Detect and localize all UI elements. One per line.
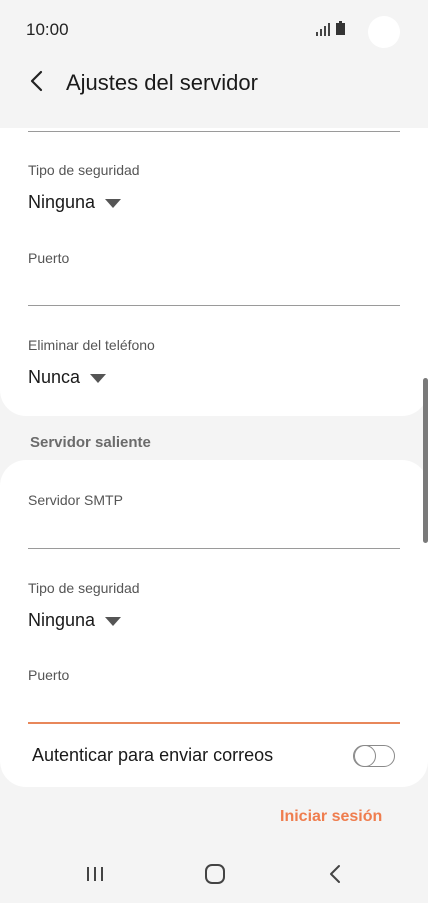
outgoing-port-label: Puerto: [28, 667, 70, 683]
signal-icon: [316, 23, 330, 36]
delete-from-phone-dropdown[interactable]: Nunca: [28, 367, 400, 388]
recent-apps-icon[interactable]: [75, 858, 115, 888]
incoming-security-label: Tipo de seguridad: [28, 162, 140, 178]
outgoing-security-field: Tipo de seguridad Ninguna: [28, 580, 400, 631]
authenticate-toggle[interactable]: [353, 744, 395, 767]
smtp-server-underline: [28, 548, 400, 549]
app-bar: Ajustes del servidor: [0, 58, 428, 120]
smtp-server-field: Servidor SMTP: [28, 492, 400, 508]
incoming-port-input[interactable]: [28, 270, 400, 306]
home-icon[interactable]: [195, 858, 235, 888]
dropdown-arrow-icon: [90, 374, 107, 383]
smtp-server-input[interactable]: [28, 512, 400, 548]
outgoing-security-label: Tipo de seguridad: [28, 580, 140, 596]
authenticate-row[interactable]: Autenticar para enviar correos: [32, 740, 398, 772]
toggle-knob: [354, 744, 376, 767]
previous-field-underline: [28, 131, 400, 132]
battery-icon: [336, 21, 345, 35]
outgoing-port-underline-focused: [28, 722, 400, 724]
delete-from-phone-field: Eliminar del teléfono Nunca: [28, 337, 400, 388]
smtp-server-label: Servidor SMTP: [28, 492, 123, 508]
incoming-server-card: Tipo de seguridad Ninguna Puerto Elimina…: [0, 128, 428, 416]
outgoing-port-input[interactable]: [28, 687, 400, 723]
incoming-port-field: Puerto: [28, 250, 400, 266]
outgoing-security-dropdown[interactable]: Ninguna: [28, 610, 400, 631]
status-time: 10:00: [26, 20, 69, 39]
authenticate-label: Autenticar para enviar correos: [32, 745, 274, 765]
outgoing-server-card: Servidor SMTP Tipo de seguridad Ninguna …: [0, 460, 428, 787]
dropdown-arrow-icon: [105, 617, 122, 626]
page-title: Ajustes del servidor: [66, 70, 258, 95]
status-bar: 10:00: [0, 0, 428, 58]
outgoing-server-section-title: Servidor saliente: [30, 434, 151, 451]
delete-from-phone-label: Eliminar del teléfono: [28, 337, 155, 353]
back-arrow-icon[interactable]: [26, 68, 48, 94]
incoming-security-field: Tipo de seguridad Ninguna: [28, 162, 400, 213]
incoming-port-underline: [28, 305, 400, 306]
incoming-port-label: Puerto: [28, 250, 70, 266]
delete-from-phone-value: Nunca: [28, 367, 81, 387]
sign-in-button[interactable]: Iniciar sesión: [280, 808, 382, 826]
outgoing-port-field: Puerto: [28, 667, 400, 683]
system-navigation-bar: [0, 848, 428, 903]
incoming-security-value: Ninguna: [28, 192, 96, 212]
dropdown-arrow-icon: [105, 199, 122, 208]
outgoing-security-value: Ninguna: [28, 610, 96, 630]
back-nav-icon[interactable]: [315, 858, 355, 888]
scrollbar-thumb[interactable]: [423, 378, 428, 543]
camera-cutout: [368, 16, 400, 48]
incoming-security-dropdown[interactable]: Ninguna: [28, 192, 400, 213]
